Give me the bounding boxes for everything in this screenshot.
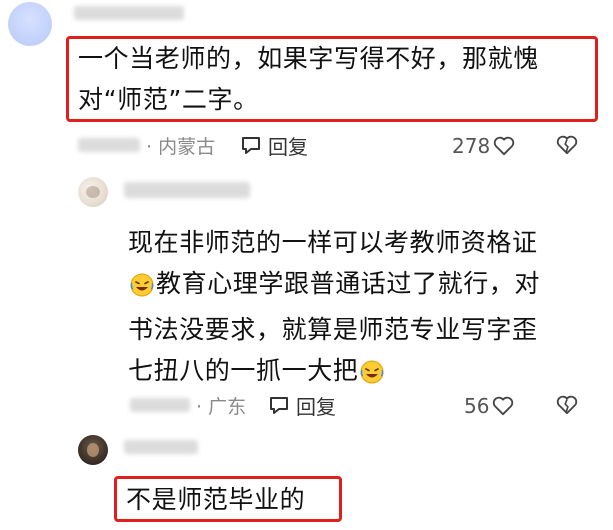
location: · 内蒙古 — [146, 135, 216, 158]
comment-meta: · 内蒙古 — [140, 132, 215, 158]
dislike-button[interactable] — [556, 135, 578, 159]
comment-text: 不是师范毕业的 — [126, 485, 306, 514]
laughing-crying-emoji — [360, 355, 384, 396]
avatar[interactable] — [8, 2, 52, 46]
like-button[interactable]: 56 — [464, 393, 514, 419]
avatar[interactable] — [78, 177, 108, 207]
comment-line: 一个当老师的，如果字写得不好，那就愧 — [78, 44, 539, 73]
comment-bubble-icon — [242, 137, 260, 154]
comment-line: 对“师范”二字。 — [78, 85, 259, 114]
reply-button[interactable]: 回复 — [240, 131, 308, 159]
reply-label: 回复 — [268, 134, 308, 159]
comment-line: 现在非师范的一样可以考教师资格证 — [128, 228, 538, 257]
username-blurred[interactable] — [124, 440, 198, 454]
comment-text: 现在非师范的一样可以考教师资格证 教育心理学跟普通话过了就行，对 书法没要求，就… — [128, 222, 598, 396]
broken-heart-icon — [556, 135, 578, 155]
comment-line: 七扭八的一抓一大把 — [128, 356, 359, 385]
username-blurred[interactable] — [74, 6, 184, 20]
comment-line: 教育心理学跟普通话过了就行，对 — [156, 269, 541, 298]
like-button[interactable]: 278 — [452, 133, 515, 159]
heart-outline-icon — [493, 396, 514, 416]
like-count: 278 — [452, 134, 491, 158]
like-count: 56 — [464, 394, 490, 418]
dislike-button[interactable] — [556, 395, 578, 419]
comment-meta: · 广东 — [190, 392, 246, 418]
username-blurred[interactable] — [124, 182, 250, 198]
broken-heart-icon — [556, 395, 578, 415]
timestamp-blurred — [78, 138, 140, 152]
reply-label: 回复 — [296, 394, 336, 419]
location: · 广东 — [196, 395, 247, 418]
comment-bubble-icon — [270, 397, 288, 414]
avatar[interactable] — [78, 435, 108, 465]
comment-line: 书法没要求，就算是师范专业写字歪 — [128, 315, 538, 344]
comment-text: 一个当老师的，如果字写得不好，那就愧 对“师范”二字。 — [78, 38, 588, 120]
heart-outline-icon — [494, 136, 515, 156]
timestamp-blurred — [130, 398, 190, 412]
laughing-crying-emoji — [130, 268, 154, 309]
reply-button[interactable]: 回复 — [268, 391, 336, 419]
